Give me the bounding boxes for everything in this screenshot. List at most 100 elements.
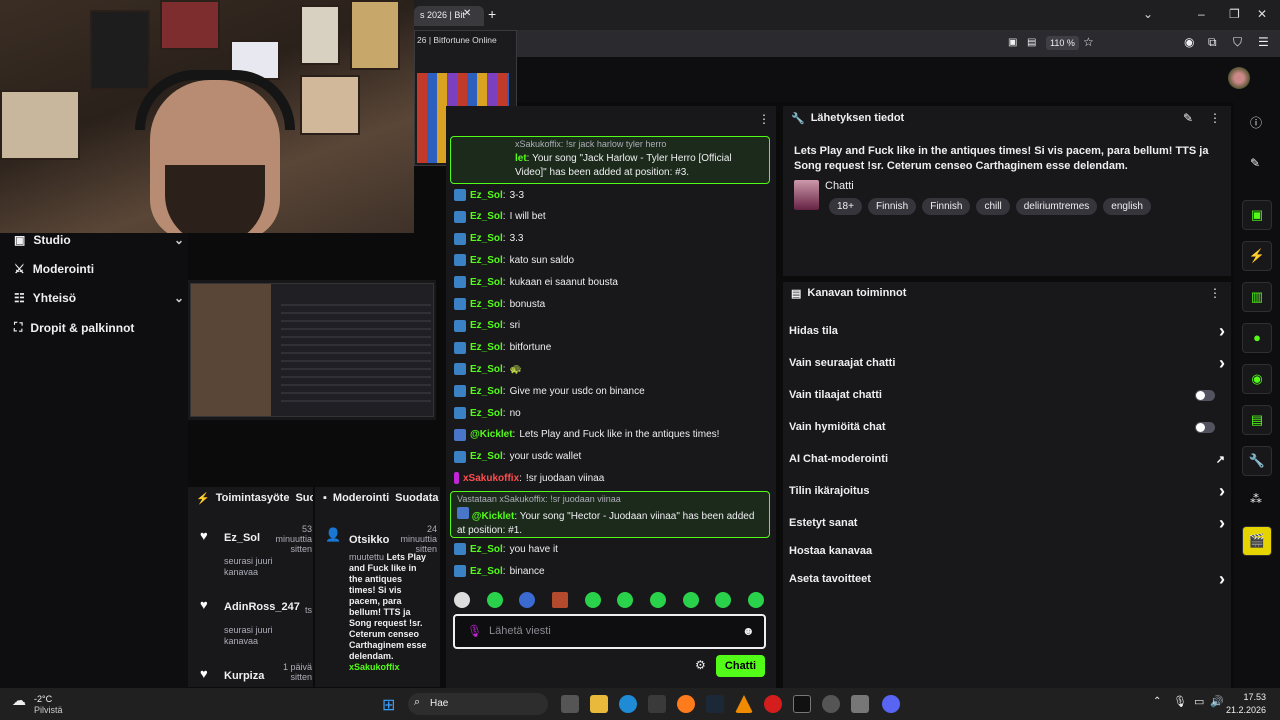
bookmark-star-icon[interactable]: ☆ <box>1083 35 1094 49</box>
channel-action-row[interactable]: Hostaa kanavaa <box>789 540 1225 562</box>
tag[interactable]: english <box>1103 198 1151 215</box>
username[interactable]: Ez_Sol <box>470 544 503 555</box>
opera-icon[interactable] <box>764 695 782 713</box>
emote-icon[interactable] <box>747 592 764 608</box>
sidebar-item-moderation[interactable]: ⚔ Moderointi <box>14 262 184 276</box>
filter-label[interactable]: Suodata <box>395 492 438 504</box>
username[interactable]: Ez_Sol <box>470 320 503 331</box>
obs-icon[interactable] <box>822 695 840 713</box>
menu-icon[interactable]: ☰ <box>1258 35 1269 49</box>
username[interactable]: Ez_Sol <box>470 386 503 397</box>
windows-start-icon[interactable]: ⊞ <box>382 695 395 715</box>
account-icon[interactable]: ◉ <box>1184 35 1194 49</box>
avatar[interactable] <box>1228 67 1250 89</box>
task-view-icon[interactable] <box>561 695 579 713</box>
toggle-switch[interactable] <box>1195 421 1215 433</box>
emoji-icon[interactable]: ☻ <box>742 624 755 638</box>
username[interactable]: Ez_Sol <box>470 211 503 222</box>
emote-icon[interactable] <box>486 592 503 608</box>
tag[interactable]: chill <box>976 198 1010 215</box>
channel-action-row[interactable]: Vain hymiöitä chat <box>789 416 1225 438</box>
tab-close-icon[interactable]: ✕ <box>463 8 471 19</box>
tag[interactable]: deliriumtremes <box>1015 198 1098 215</box>
username[interactable]: Ez_Sol <box>470 255 503 266</box>
app-icon[interactable] <box>851 695 869 713</box>
edge-icon[interactable] <box>619 695 637 713</box>
kebab-menu-icon[interactable]: ⋮ <box>1209 111 1221 125</box>
discord-icon[interactable] <box>882 695 900 713</box>
dots-icon[interactable]: ⁂ <box>1250 492 1262 506</box>
channel-action-row[interactable]: Vain tilaajat chatti <box>789 384 1225 406</box>
pencil-icon[interactable]: ✎ <box>1250 156 1260 170</box>
tag[interactable]: 18+ <box>829 198 862 215</box>
send-chat-button[interactable]: Chatti <box>716 655 765 677</box>
wrench-icon[interactable]: 🔧 <box>1242 446 1272 476</box>
username[interactable]: Ez_Sol <box>470 342 503 353</box>
kebab-menu-icon[interactable]: ⋮ <box>758 112 770 126</box>
username[interactable]: xSakukoffix <box>463 473 519 484</box>
tag[interactable]: Finnish <box>922 198 971 215</box>
weather-temp[interactable]: -2°C <box>34 694 52 704</box>
clock-date[interactable]: 21.2.2026 <box>1218 705 1266 715</box>
sidebar-item-community[interactable]: ☷ Yhteisö ⌄ <box>14 291 184 305</box>
terminal-icon[interactable] <box>793 695 811 713</box>
username[interactable]: Ez_Sol <box>470 190 503 201</box>
broadcast-icon[interactable]: ◉ <box>1242 364 1272 394</box>
username[interactable]: Ez_Sol <box>470 408 503 419</box>
filter-label[interactable]: Suod <box>295 492 313 504</box>
username[interactable]: Ez_Sol <box>470 451 503 462</box>
camera-icon[interactable]: ▣ <box>1242 200 1272 230</box>
emote-icon[interactable] <box>649 592 666 608</box>
emote-icon[interactable] <box>519 592 536 608</box>
tray-chevron-icon[interactable]: ⌃ <box>1153 696 1161 707</box>
external-link-icon[interactable]: ↗ <box>1216 453 1225 466</box>
channel-action-row[interactable]: Hidas tila › <box>789 320 1225 342</box>
microphone-icon[interactable]: 🎙 <box>467 624 482 638</box>
sidebar-item-drops[interactable]: ⛶ Dropit & palkinnot <box>14 320 184 335</box>
clock-time[interactable]: 17.53 <box>1230 692 1266 702</box>
weather-desc[interactable]: Pilvistä <box>34 705 63 715</box>
username[interactable]: Ez_Sol <box>470 299 503 310</box>
emote-icon[interactable] <box>584 592 601 608</box>
file-explorer-icon[interactable] <box>590 695 608 713</box>
channel-action-row[interactable]: AI Chat-moderointi ↗ <box>789 448 1225 470</box>
username[interactable]: Ez_Sol <box>470 233 503 244</box>
display-tray-icon[interactable]: ▭ <box>1194 695 1204 708</box>
channel-action-row[interactable]: Aseta tavoitteet › <box>789 568 1225 590</box>
chat-bubble-icon[interactable]: ● <box>1242 323 1272 353</box>
shield-icon[interactable]: ⛉ <box>1233 35 1242 50</box>
reader-icon[interactable]: ▤ <box>1027 37 1036 48</box>
emote-icon[interactable] <box>715 592 732 608</box>
info-icon[interactable]: ⓘ <box>1250 114 1262 131</box>
new-tab-button[interactable]: + <box>488 6 496 22</box>
username[interactable]: Ez_Sol <box>470 566 503 577</box>
stream-preview[interactable] <box>188 280 436 420</box>
steam-icon[interactable] <box>706 695 724 713</box>
settings-gear-icon[interactable]: ⚙ <box>695 658 706 672</box>
firefox-icon[interactable] <box>677 695 695 713</box>
username[interactable]: Ez_Sol <box>224 532 260 544</box>
username[interactable]: @Kicklet <box>470 429 513 440</box>
emote-icon[interactable] <box>454 592 470 608</box>
minimize-icon[interactable]: – <box>1198 7 1205 21</box>
username[interactable]: Kurpiza <box>224 670 264 682</box>
maximize-icon[interactable]: ❐ <box>1229 7 1240 21</box>
store-icon[interactable] <box>648 695 666 713</box>
sidebar-item-studio[interactable]: ▣ Studio ⌄ <box>14 233 184 247</box>
emote-icon[interactable] <box>617 592 634 608</box>
username[interactable]: let <box>515 153 527 164</box>
username[interactable]: xSakukoffix <box>349 662 429 673</box>
browser-tab[interactable]: s 2026 | Bit <box>414 6 484 26</box>
taskbar-search[interactable]: ⌕ Hae <box>408 693 548 715</box>
clapper-icon[interactable]: 🎬 <box>1242 526 1272 556</box>
vlc-icon[interactable] <box>735 695 753 713</box>
kebab-menu-icon[interactable]: ⋮ <box>1209 286 1221 300</box>
layout-icon[interactable]: ▤ <box>1242 405 1272 435</box>
chat-input[interactable]: 🎙 Lähetä viesti ☻ <box>453 614 766 649</box>
channel-action-row[interactable]: Estetyt sanat › <box>789 512 1225 534</box>
tab-list-icon[interactable]: ⌄ <box>1143 7 1153 21</box>
username[interactable]: Ez_Sol <box>470 277 503 288</box>
emote-icon[interactable] <box>682 592 699 608</box>
picture-icon[interactable]: ▣ <box>1008 37 1017 48</box>
toggle-switch[interactable] <box>1195 389 1215 401</box>
